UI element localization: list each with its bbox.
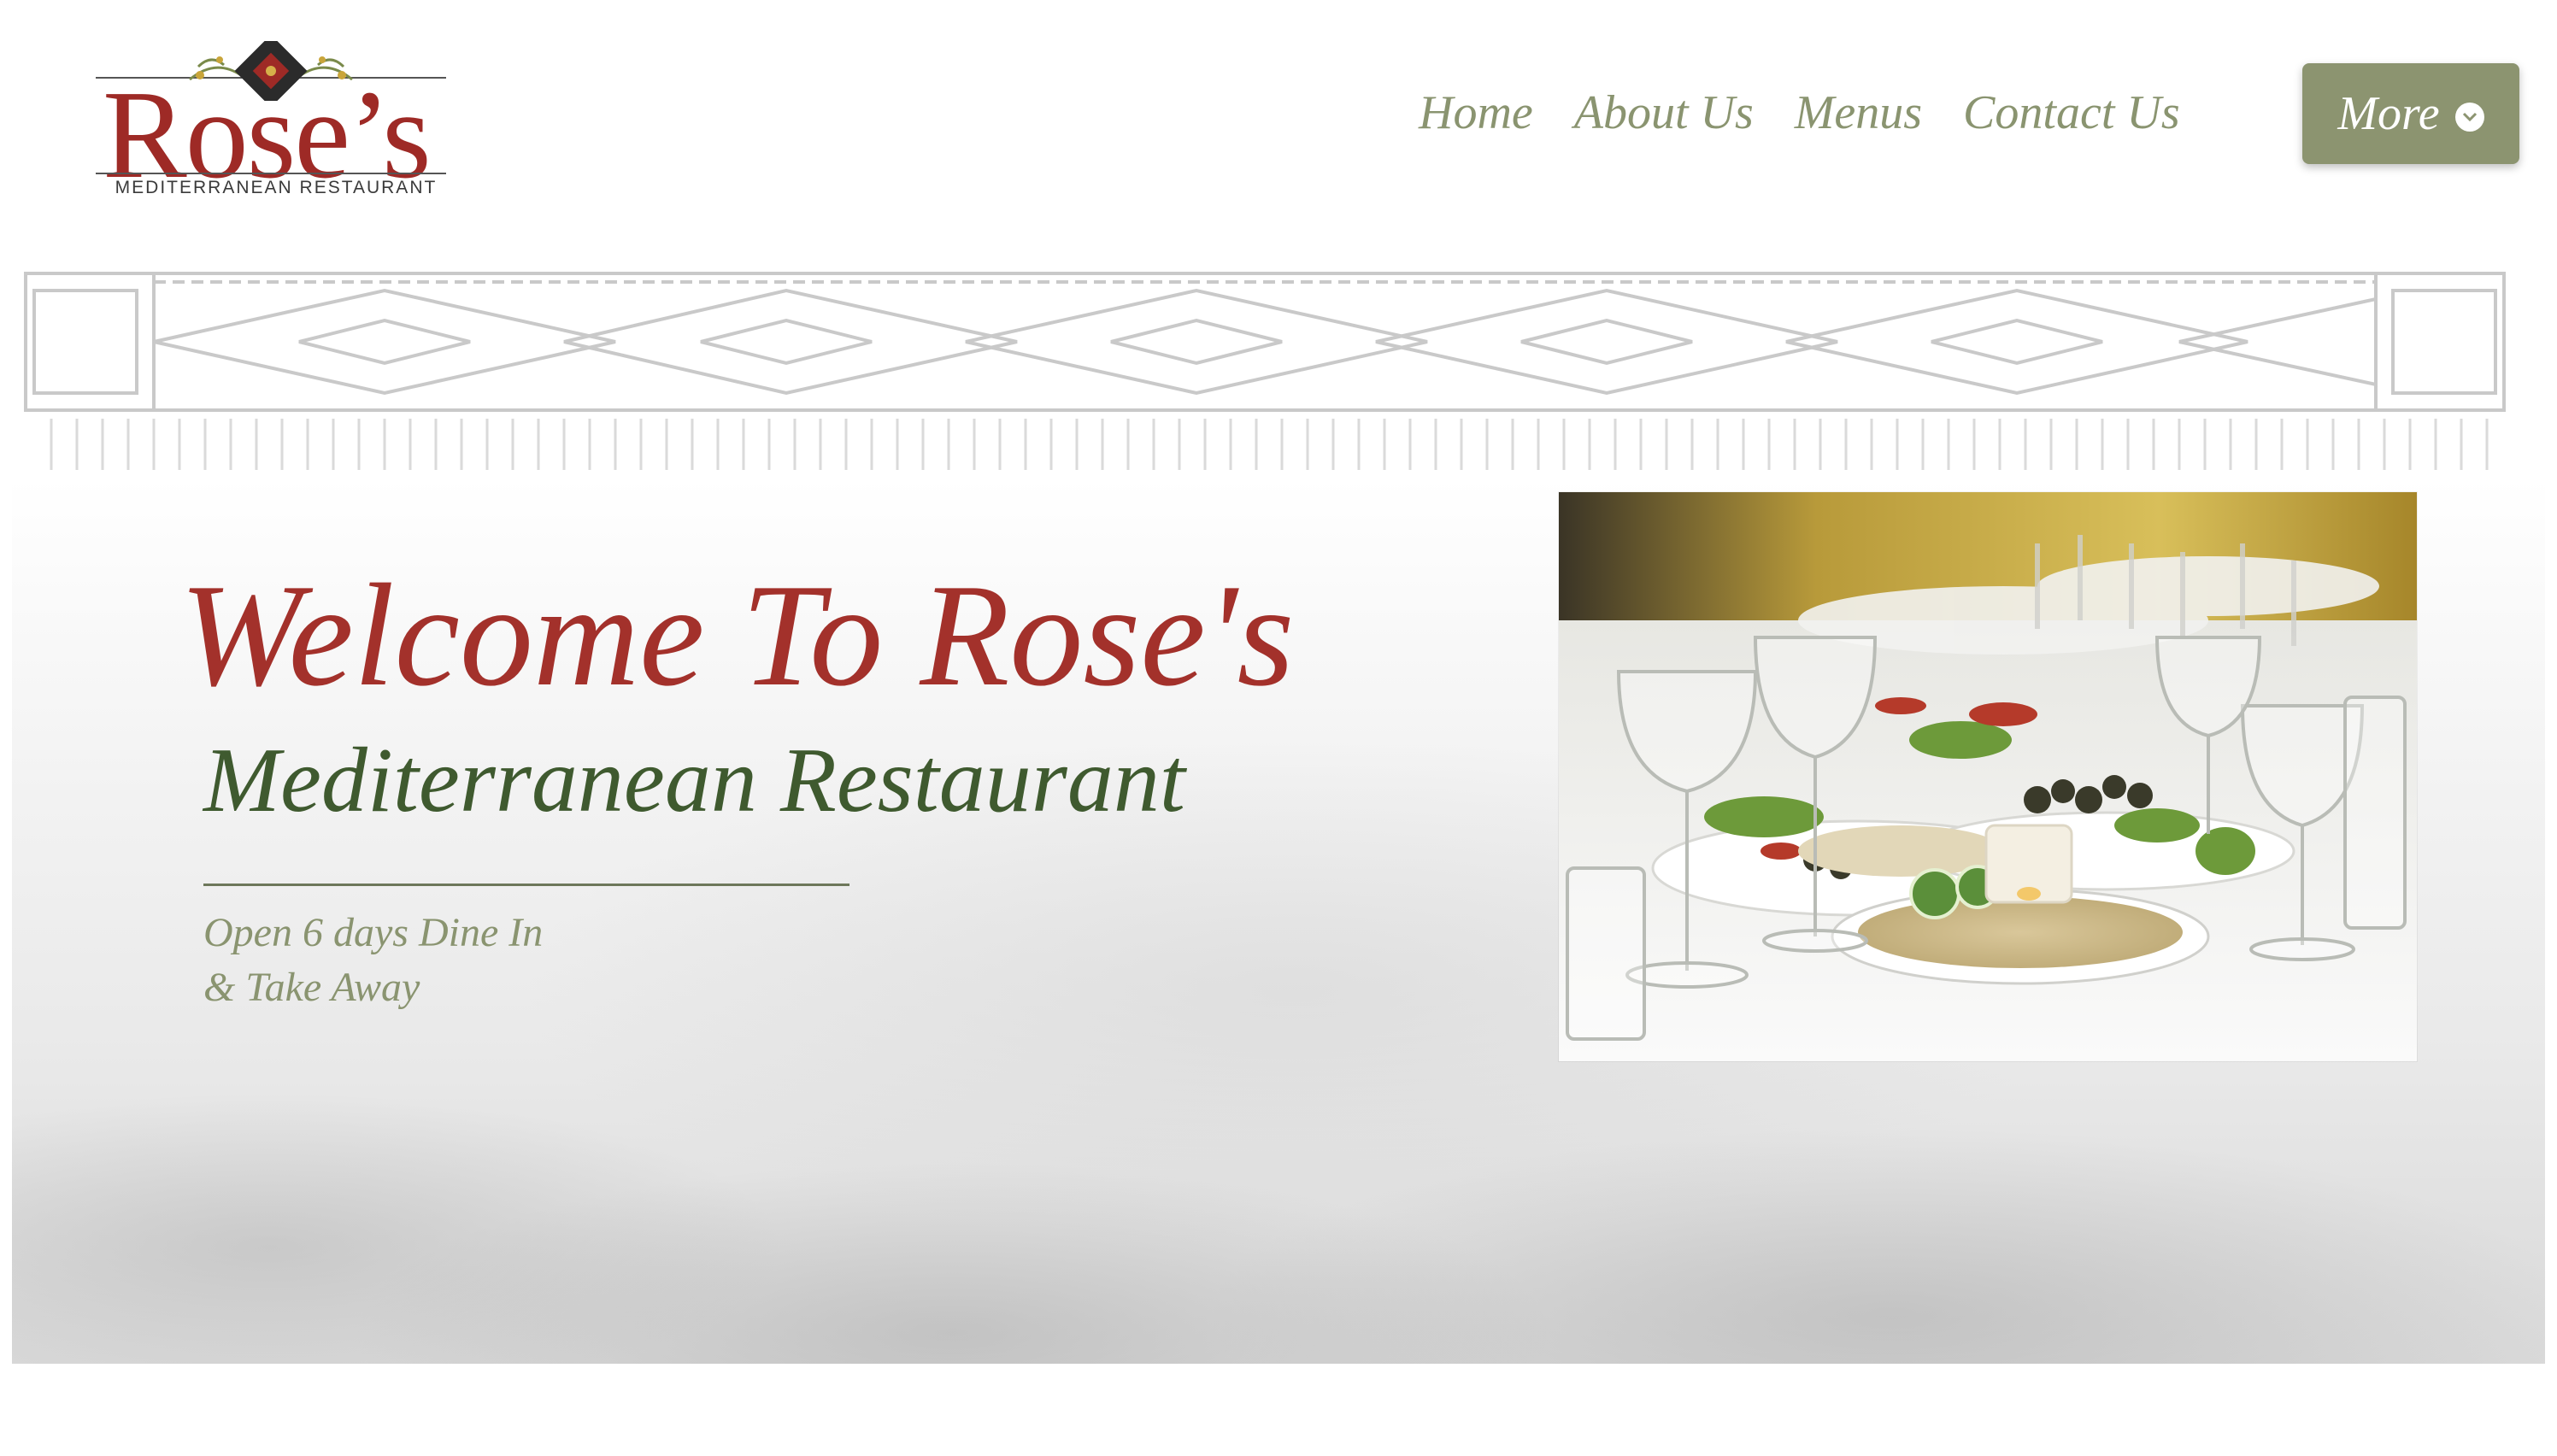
hero-tagline-line2: & Take Away bbox=[203, 965, 420, 1010]
chevron-down-icon bbox=[2454, 103, 2484, 132]
hero-tagline-line1: Open 6 days Dine In bbox=[203, 910, 544, 955]
nav-contact-us[interactable]: Contact Us bbox=[1963, 85, 2180, 140]
rug-pattern-decoration bbox=[24, 272, 2506, 470]
hero-divider bbox=[203, 884, 849, 886]
page: Rose’s MEDITERRANEAN RESTAURANT Home Abo… bbox=[0, 0, 2557, 1456]
nav-about-us[interactable]: About Us bbox=[1574, 85, 1754, 140]
main-nav: Home About Us Menus Contact Us bbox=[1419, 62, 2180, 164]
logo-rule-bottom bbox=[96, 173, 446, 174]
more-menu-button[interactable]: More bbox=[2302, 63, 2519, 164]
more-menu-label: More bbox=[2337, 87, 2440, 140]
hero-subtitle: Mediterranean Restaurant bbox=[203, 730, 1185, 831]
logo[interactable]: Rose’s MEDITERRANEAN RESTAURANT bbox=[96, 41, 455, 203]
hero-title: Welcome To Rose's bbox=[179, 555, 1295, 717]
hero-section: Welcome To Rose's Mediterranean Restaura… bbox=[12, 478, 2545, 1364]
logo-subtitle: MEDITERRANEAN RESTAURANT bbox=[115, 178, 438, 197]
hero-tagline: Open 6 days Dine In & Take Away bbox=[203, 906, 543, 1015]
dining-table-photo bbox=[1559, 492, 2417, 1061]
nav-home[interactable]: Home bbox=[1419, 85, 1533, 140]
nav-menus[interactable]: Menus bbox=[1795, 85, 1922, 140]
